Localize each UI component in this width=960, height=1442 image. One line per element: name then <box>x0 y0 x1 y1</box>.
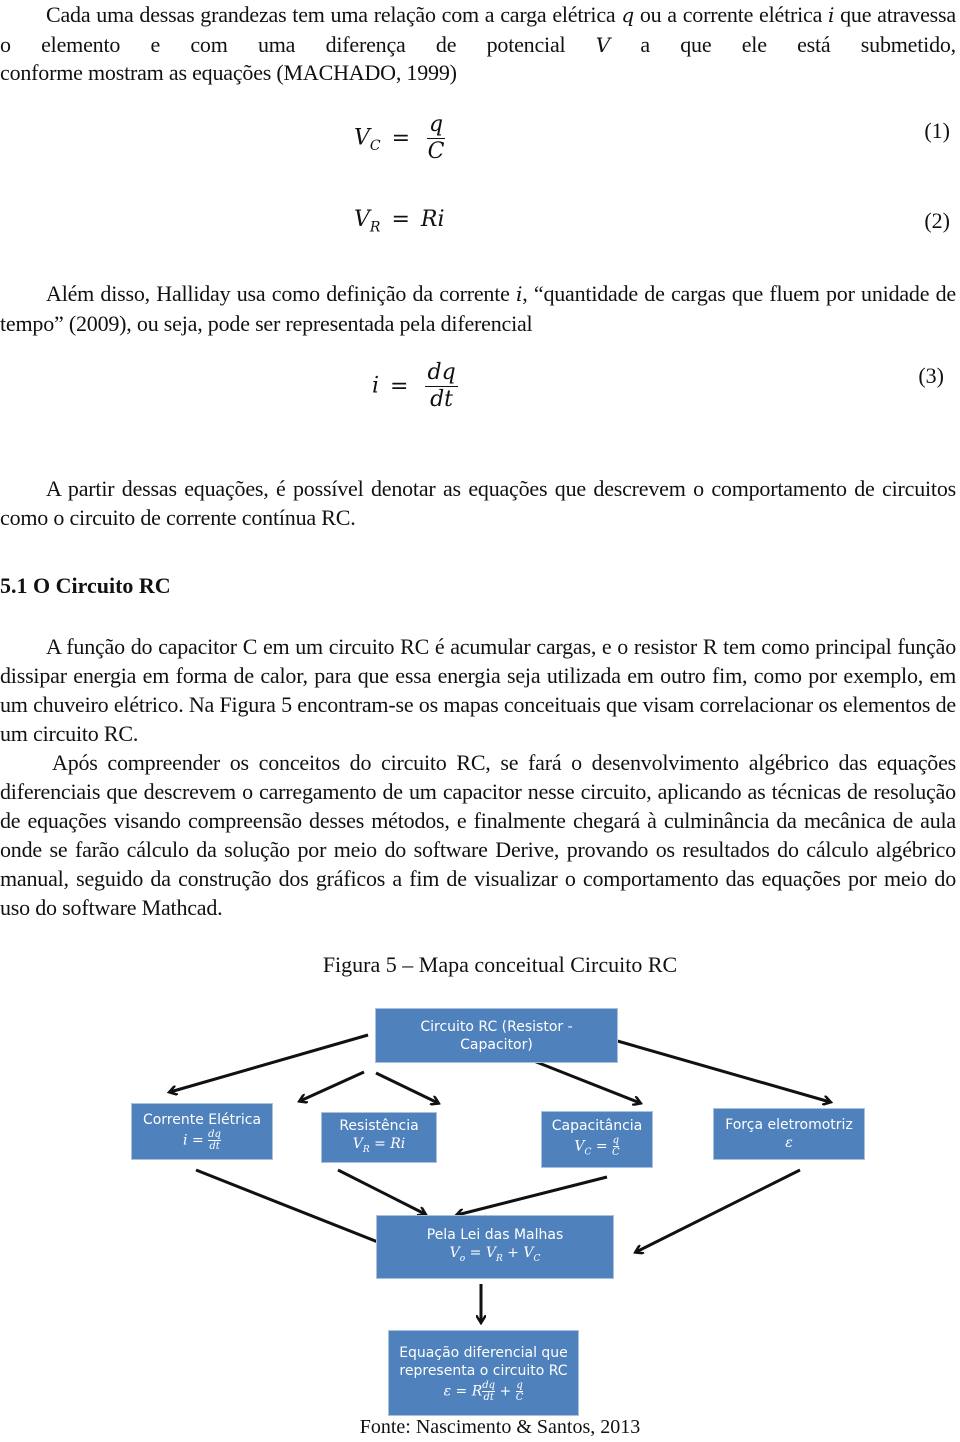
formula-part: V <box>449 1245 460 1262</box>
node-formula: i = dq dt <box>183 1129 221 1152</box>
numerator: q <box>612 1135 620 1148</box>
formula-part: ε = R <box>443 1383 483 1399</box>
arrow-capacitance-to-mesh <box>457 1175 608 1215</box>
arrow-root-to-capacitance <box>375 1071 438 1103</box>
node-mesh-law: Pela Lei das Malhas Vo = VR + VC <box>376 1215 614 1279</box>
fraction: qC <box>612 1135 620 1158</box>
node-current: Corrente Elétrica i = dq dt <box>131 1103 273 1160</box>
node-title: Resistência <box>339 1117 419 1134</box>
formula-sub: R <box>495 1253 503 1264</box>
node-formula: ε = Rdq dt + qC <box>444 1380 524 1403</box>
arrow-resistance-to-mesh <box>337 1168 425 1214</box>
fraction: dq dt <box>482 1379 496 1403</box>
formula-sub: C <box>533 1253 541 1264</box>
formula-sub: R <box>362 1144 370 1155</box>
fraction: dq dt <box>208 1129 221 1152</box>
node-differential-equation: Equação diferencial que representa o cir… <box>388 1330 579 1416</box>
formula-op: = <box>595 1138 608 1155</box>
node-formula: VC = qC <box>574 1135 619 1161</box>
formula-lhs: i = <box>183 1132 204 1149</box>
node-title: Capacitância <box>551 1118 643 1135</box>
node-title: representa o circuito RC <box>399 1362 568 1379</box>
node-formula: ε <box>785 1135 793 1151</box>
node-formula: VR = Ri <box>353 1135 406 1159</box>
formula-sub: C <box>584 1147 592 1158</box>
formula-rhs: = Ri <box>374 1135 406 1152</box>
node-title: Força eletromotriz <box>725 1117 853 1133</box>
figure-source: Fonte: Nascimento & Santos, 2013 <box>359 1416 641 1438</box>
formula-sub: o <box>459 1253 466 1264</box>
arrow-root-to-resistance <box>300 1070 365 1101</box>
numerator: q <box>516 1379 523 1392</box>
denominator: C <box>612 1147 620 1159</box>
node-rc-circuit: Circuito RC (Resistor - Capacitor) <box>375 1008 618 1063</box>
formula-lhs: V <box>352 1135 363 1152</box>
fraction: qC <box>516 1380 524 1403</box>
node-title: Equação diferencial que <box>399 1344 568 1361</box>
node-title: Corrente Elétrica <box>142 1112 262 1128</box>
denominator: C <box>515 1391 524 1403</box>
denominator: dt <box>483 1391 494 1403</box>
arrow-root-to-capacitance-b <box>599 1034 830 1102</box>
node-title: Pela Lei das Malhas <box>426 1227 564 1244</box>
formula-op: + <box>499 1383 512 1399</box>
node-label: Capacitor) <box>460 1036 533 1053</box>
numerator: dq <box>208 1129 221 1141</box>
node-emf: Força eletromotriz ε <box>713 1108 865 1160</box>
node-resistance: Resistência VR = Ri <box>321 1112 437 1163</box>
formula-part: = V <box>469 1245 496 1262</box>
denominator: dt <box>209 1141 220 1152</box>
arrow-current-to-mesh <box>195 1168 398 1250</box>
numerator: dq <box>482 1379 496 1392</box>
arrow-emf-to-mesh <box>636 1168 801 1252</box>
node-label: Circuito RC (Resistor - <box>420 1018 573 1035</box>
node-formula: Vo = VR + VC <box>450 1244 541 1268</box>
formula-lhs: V <box>574 1138 585 1155</box>
formula-part: + V <box>507 1245 534 1262</box>
node-capacitance: Capacitância VC = qC <box>541 1111 653 1168</box>
